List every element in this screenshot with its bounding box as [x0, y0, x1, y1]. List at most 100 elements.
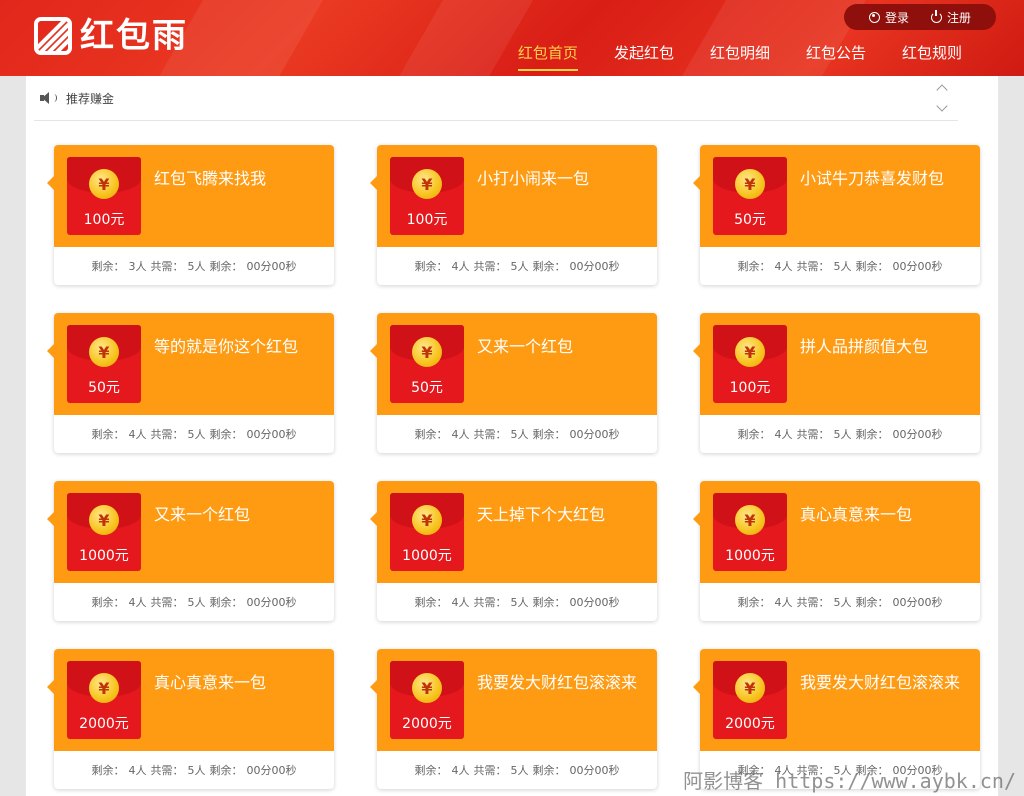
- total-label: 共需：: [150, 596, 184, 609]
- power-icon: [931, 9, 942, 23]
- card-header: ¥1000元 真心真意来一包: [693, 481, 980, 583]
- remain-label: 剩余：: [737, 428, 771, 441]
- card-info: 剩余： 4人 共需： 5人 剩余： 00分00秒: [54, 415, 334, 453]
- time-label: 剩余：: [855, 428, 889, 441]
- remain-value: 3人: [128, 260, 147, 273]
- chevron-up-icon[interactable]: [936, 84, 948, 96]
- card-amount: 50元: [88, 380, 120, 396]
- remain-value: 4人: [128, 428, 147, 441]
- total-label: 共需：: [796, 596, 830, 609]
- top-header: 红包雨 登录 注册 红包首页 发起红包 红包明细 红包公告 红包规则: [0, 0, 1024, 76]
- total-label: 共需：: [150, 764, 184, 777]
- coin-icon: ¥: [89, 337, 119, 367]
- main-content: 推荐赚金 ¥100元 红包飞腾来找我 剩余： 3人 共需： 5人 剩余： 00分00秒 ¥100…: [26, 76, 998, 796]
- time-label: 剩余：: [532, 764, 566, 777]
- time-value: 00分00秒: [246, 596, 297, 609]
- redpacket-card[interactable]: ¥50元 等的就是你这个红包 剩余： 4人 共需： 5人 剩余： 00分00秒: [47, 313, 334, 453]
- redpacket-card[interactable]: ¥100元 拼人品拼颜值大包 剩余： 4人 共需： 5人 剩余： 00分00秒: [693, 313, 980, 453]
- site-logo[interactable]: 红包雨: [34, 16, 188, 56]
- total-label: 共需：: [150, 428, 184, 441]
- remain-label: 剩余：: [91, 428, 125, 441]
- card-title: 等的就是你这个红包: [154, 337, 299, 356]
- time-value: 00分00秒: [892, 260, 943, 273]
- card-info: 剩余： 4人 共需： 5人 剩余： 00分00秒: [700, 247, 980, 285]
- redpacket-card[interactable]: ¥50元 又来一个红包 剩余： 4人 共需： 5人 剩余： 00分00秒: [370, 313, 657, 453]
- remain-value: 4人: [451, 764, 470, 777]
- chevron-down-icon[interactable]: [936, 100, 948, 112]
- coin-icon: ¥: [89, 673, 119, 703]
- redpacket-card[interactable]: ¥100元 红包飞腾来找我 剩余： 3人 共需： 5人 剩余： 00分00秒: [47, 145, 334, 285]
- total-value: 5人: [833, 596, 852, 609]
- time-value: 00分00秒: [569, 764, 620, 777]
- redpacket-card[interactable]: ¥1000元 又来一个红包 剩余： 4人 共需： 5人 剩余： 00分00秒: [47, 481, 334, 621]
- envelope-icon: ¥1000元: [67, 493, 141, 571]
- time-value: 00分00秒: [892, 596, 943, 609]
- redpacket-card[interactable]: ¥50元 小试牛刀恭喜发财包 剩余： 4人 共需： 5人 剩余： 00分00秒: [693, 145, 980, 285]
- envelope-icon: ¥2000元: [390, 661, 464, 739]
- remain-value: 4人: [774, 596, 793, 609]
- total-value: 5人: [833, 260, 852, 273]
- time-value: 00分00秒: [246, 428, 297, 441]
- card-header: ¥2000元 真心真意来一包: [47, 649, 334, 751]
- coin-icon: ¥: [412, 505, 442, 535]
- total-value: 5人: [510, 764, 529, 777]
- total-label: 共需：: [150, 260, 184, 273]
- card-amount: 2000元: [725, 716, 775, 732]
- envelope-icon: ¥1000元: [390, 493, 464, 571]
- redpacket-card[interactable]: ¥100元 小打小闹来一包 剩余： 4人 共需： 5人 剩余： 00分00秒: [370, 145, 657, 285]
- time-label: 剩余：: [209, 764, 243, 777]
- card-title: 红包飞腾来找我: [154, 169, 267, 188]
- total-value: 5人: [187, 596, 206, 609]
- card-title: 真心真意来一包: [154, 673, 267, 692]
- time-value: 00分00秒: [569, 260, 620, 273]
- time-value: 00分00秒: [569, 596, 620, 609]
- nav-item[interactable]: 红包明细: [710, 42, 770, 71]
- redpacket-card[interactable]: ¥1000元 真心真意来一包 剩余： 4人 共需： 5人 剩余： 00分00秒: [693, 481, 980, 621]
- total-value: 5人: [187, 260, 206, 273]
- main-nav: 红包首页 发起红包 红包明细 红包公告 红包规则: [517, 42, 962, 71]
- card-title: 小试牛刀恭喜发财包: [800, 169, 945, 188]
- card-info: 剩余： 4人 共需： 5人 剩余： 00分00秒: [377, 583, 657, 621]
- card-title: 又来一个红包: [154, 505, 251, 524]
- nav-item[interactable]: 红包首页: [517, 42, 578, 71]
- card-info: 剩余： 4人 共需： 5人 剩余： 00分00秒: [377, 751, 657, 789]
- time-label: 剩余：: [855, 260, 889, 273]
- total-value: 5人: [187, 428, 206, 441]
- card-title: 我要发大财红包滚滚来: [477, 673, 638, 692]
- card-info: 剩余： 4人 共需： 5人 剩余： 00分00秒: [377, 415, 657, 453]
- nav-item[interactable]: 发起红包: [614, 42, 674, 71]
- time-label: 剩余：: [209, 596, 243, 609]
- card-header: ¥2000元 我要发大财红包滚滚来: [370, 649, 657, 751]
- envelope-icon: ¥50元: [713, 157, 787, 235]
- register-link[interactable]: 注册: [931, 9, 971, 26]
- card-amount: 2000元: [79, 716, 129, 732]
- card-header: ¥50元 小试牛刀恭喜发财包: [693, 145, 980, 247]
- total-value: 5人: [187, 764, 206, 777]
- login-link[interactable]: 登录: [868, 9, 909, 26]
- total-label: 共需：: [473, 260, 507, 273]
- logo-text: 红包雨: [80, 16, 188, 56]
- remain-label: 剩余：: [414, 260, 448, 273]
- envelope-icon: ¥100元: [390, 157, 464, 235]
- total-label: 共需：: [473, 596, 507, 609]
- remain-label: 剩余：: [737, 596, 771, 609]
- login-label: 登录: [884, 10, 909, 25]
- card-amount: 1000元: [79, 548, 129, 564]
- card-amount: 100元: [729, 380, 771, 396]
- coin-icon: ¥: [412, 169, 442, 199]
- remain-label: 剩余：: [414, 428, 448, 441]
- card-amount: 2000元: [402, 716, 452, 732]
- card-title: 真心真意来一包: [800, 505, 913, 524]
- envelope-icon: ¥100元: [67, 157, 141, 235]
- coin-icon: ¥: [735, 673, 765, 703]
- remain-label: 剩余：: [91, 596, 125, 609]
- nav-item[interactable]: 红包规则: [902, 42, 962, 71]
- total-label: 共需：: [473, 764, 507, 777]
- redpacket-card[interactable]: ¥2000元 我要发大财红包滚滚来 剩余： 4人 共需： 5人 剩余： 00分00秒: [370, 649, 657, 789]
- card-header: ¥1000元 又来一个红包: [47, 481, 334, 583]
- envelope-icon: ¥2000元: [713, 661, 787, 739]
- redpacket-card[interactable]: ¥2000元 真心真意来一包 剩余： 4人 共需： 5人 剩余： 00分00秒: [47, 649, 334, 789]
- time-value: 00分00秒: [569, 428, 620, 441]
- nav-item[interactable]: 红包公告: [806, 42, 866, 71]
- redpacket-card[interactable]: ¥1000元 天上掉下个大红包 剩余： 4人 共需： 5人 剩余： 00分00秒: [370, 481, 657, 621]
